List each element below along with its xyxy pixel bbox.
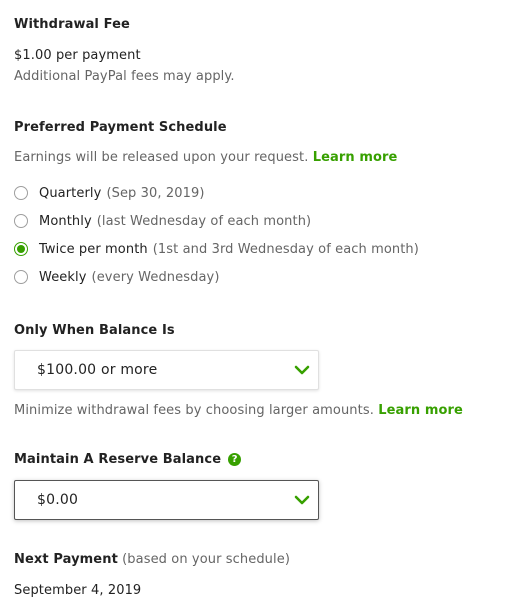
- schedule-option-monthly[interactable]: Monthly (last Wednesday of each month): [14, 212, 311, 230]
- next-payment-heading: Next Payment (based on your schedule): [14, 552, 290, 567]
- schedule-option-label: Monthly: [39, 213, 92, 229]
- schedule-option-quarterly[interactable]: Quarterly (Sep 30, 2019): [14, 184, 205, 202]
- schedule-option-hint: (Sep 30, 2019): [106, 185, 205, 201]
- schedule-option-weekly[interactable]: Weekly (every Wednesday): [14, 268, 220, 286]
- schedule-option-hint: (last Wednesday of each month): [96, 213, 312, 229]
- reserve-balance-value: $0.00: [37, 492, 79, 508]
- next-payment-date: September 4, 2019: [14, 583, 142, 598]
- radio-weekly[interactable]: [14, 270, 28, 284]
- chevron-down-icon: [294, 495, 310, 505]
- withdrawal-fee-amount: $1.00 per payment: [14, 48, 141, 63]
- balance-note-text: Minimize withdrawal fees by choosing lar…: [14, 403, 374, 418]
- schedule-option-label: Twice per month: [39, 241, 148, 257]
- schedule-option-label: Weekly: [39, 269, 87, 285]
- next-payment-hint: (based on your schedule): [122, 552, 290, 567]
- radio-twice-per-month[interactable]: [14, 242, 28, 256]
- payment-schedule-description: Earnings will be released upon your requ…: [14, 150, 397, 165]
- schedule-option-label: Quarterly: [39, 185, 102, 201]
- reserve-heading-text: Maintain A Reserve Balance: [14, 452, 222, 467]
- schedule-option-twice-per-month[interactable]: Twice per month (1st and 3rd Wednesday o…: [14, 240, 419, 258]
- reserve-balance-select[interactable]: $0.00: [14, 480, 319, 520]
- schedule-option-hint: (every Wednesday): [91, 269, 220, 285]
- balance-threshold-value: $100.00 or more: [37, 362, 158, 378]
- balance-threshold-heading: Only When Balance Is: [14, 323, 175, 338]
- schedule-option-hint: (1st and 3rd Wednesday of each month): [152, 241, 419, 257]
- payment-schedule-heading: Preferred Payment Schedule: [14, 120, 227, 135]
- balance-threshold-note: Minimize withdrawal fees by choosing lar…: [14, 403, 463, 418]
- withdrawal-fee-note: Additional PayPal fees may apply.: [14, 69, 235, 84]
- balance-learn-more-link[interactable]: Learn more: [378, 403, 463, 418]
- chevron-down-icon: [294, 365, 310, 375]
- withdrawal-fee-heading: Withdrawal Fee: [14, 17, 130, 32]
- radio-quarterly[interactable]: [14, 186, 28, 200]
- reserve-balance-heading: Maintain A Reserve Balance?: [14, 452, 242, 467]
- schedule-learn-more-link[interactable]: Learn more: [313, 150, 398, 165]
- next-payment-title: Next Payment: [14, 552, 118, 567]
- balance-threshold-select[interactable]: $100.00 or more: [14, 350, 319, 390]
- radio-monthly[interactable]: [14, 214, 28, 228]
- question-circle-icon[interactable]: ?: [228, 453, 242, 466]
- schedule-description-text: Earnings will be released upon your requ…: [14, 150, 309, 165]
